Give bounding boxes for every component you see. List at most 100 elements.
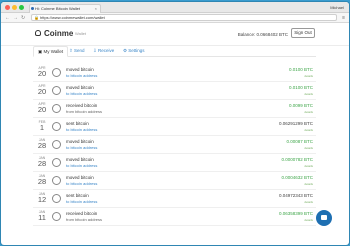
reload-icon[interactable]: ↻ (21, 14, 25, 22)
maximize-window-button[interactable] (19, 5, 24, 10)
transaction-details-link[interactable]: details (304, 200, 313, 204)
transaction-row[interactable]: APR 20 moved bitcoin to bitcoin address 0.01… (33, 82, 316, 100)
minimize-window-button[interactable] (12, 5, 17, 10)
transaction-row[interactable]: JAN 28 moved bitcoin to bitcoin address 0.00… (33, 136, 316, 154)
transaction-date: JAN 28 (36, 156, 48, 168)
transaction-details-link[interactable]: details (304, 92, 313, 96)
transaction-date: JAN 11 (36, 210, 48, 222)
transaction-amount: 0.0099 BTC (288, 103, 313, 108)
transaction-address-link[interactable]: from bitcoin address (66, 217, 102, 222)
tab-title: Hi: Coinme Bitcoin Wallet (35, 6, 80, 11)
wallet-nav-tabs: ▣ My Wallet ⇧ Send ⇩ Receive ⚙ Settings (33, 46, 316, 57)
transaction-title: received bitcoin (66, 211, 98, 216)
transaction-amount: 0.04972343 BTC (278, 193, 313, 198)
brand-subtitle: Wallet (75, 31, 86, 36)
brand-name[interactable]: Coinme (44, 29, 73, 38)
transaction-details-link[interactable]: details (304, 146, 313, 150)
transaction-avatar-icon (52, 158, 61, 167)
transaction-row[interactable]: APR 20 received bitcoin from bitcoin addres… (33, 100, 316, 118)
tab-close-icon[interactable]: × (95, 5, 97, 13)
transaction-avatar-icon (52, 176, 61, 185)
tab-send[interactable]: ⇧ Send (69, 46, 85, 57)
transaction-address-link[interactable]: to bitcoin address (66, 163, 97, 168)
lock-icon: 🔒 (34, 15, 39, 20)
balance-text: Balance: 0.0668402 BTC (237, 32, 288, 37)
close-window-button[interactable] (5, 5, 10, 10)
transaction-day: 11 (38, 213, 46, 222)
transaction-amount: 0.00087 BTC (286, 139, 313, 144)
site-header: Coinme Wallet Balance: 0.0668402 BTC Sig… (1, 23, 349, 46)
transaction-address-link[interactable]: to bitcoin address (66, 127, 97, 132)
transaction-date: APR 20 (36, 84, 48, 96)
transaction-day: 20 (37, 87, 47, 96)
transaction-row[interactable]: FEB 1 sent bitcoin to bitcoin address 0.0629… (33, 118, 316, 136)
url-text: https://www.coinmewallet.com/wallet (40, 15, 105, 20)
url-input[interactable]: 🔒 https://www.coinmewallet.com/wallet (31, 14, 337, 21)
transaction-day: 1 (39, 123, 45, 132)
transaction-amount: 0.06291299 BTC (278, 121, 313, 126)
transaction-avatar-icon (52, 104, 61, 113)
transaction-avatar-icon (52, 86, 61, 95)
transaction-title: moved bitcoin (66, 175, 94, 180)
transaction-avatar-icon (52, 122, 61, 131)
transaction-row[interactable]: APR 20 moved bitcoin to bitcoin address 0.01… (33, 64, 316, 82)
transaction-row[interactable]: JAN 11 received bitcoin from bitcoin addres… (33, 208, 316, 226)
transaction-address-link[interactable]: to bitcoin address (66, 91, 97, 96)
transaction-day: 28 (37, 159, 47, 168)
transaction-address-link[interactable]: to bitcoin address (66, 145, 97, 150)
transaction-avatar-icon (52, 194, 61, 203)
transaction-date: FEB 1 (36, 120, 48, 132)
transaction-date: JAN 28 (36, 138, 48, 150)
transaction-address-link[interactable]: from bitcoin address (66, 109, 102, 114)
transaction-title: received bitcoin (66, 103, 98, 108)
transaction-list: APR 20 moved bitcoin to bitcoin address 0.01… (33, 64, 316, 226)
browser-menu-icon[interactable]: ≡ (342, 14, 345, 22)
chat-icon (321, 215, 327, 220)
transaction-details-link[interactable]: details (304, 182, 313, 186)
transaction-details-link[interactable]: details (304, 74, 313, 78)
profile-name[interactable]: Michael (330, 3, 344, 12)
transaction-address-link[interactable]: to bitcoin address (66, 199, 97, 204)
transaction-details-link[interactable]: details (304, 218, 313, 222)
transaction-day: 20 (37, 105, 47, 114)
transaction-row[interactable]: JAN 12 sent bitcoin to bitcoin address 0.049… (33, 190, 316, 208)
chat-button[interactable] (316, 210, 332, 226)
tab-settings[interactable]: ⚙ Settings (123, 46, 145, 57)
transaction-row[interactable]: JAN 28 moved bitcoin to bitcoin address 0.00… (33, 172, 316, 190)
coinme-logo-icon (35, 30, 41, 36)
transaction-amount: 0.0100 BTC (288, 85, 313, 90)
window-controls (5, 5, 24, 10)
tab-receive[interactable]: ⇩ Receive (93, 46, 114, 57)
tab-label: Receive (98, 48, 115, 53)
transaction-day: 12 (37, 195, 47, 204)
transaction-day: 28 (37, 141, 47, 150)
browser-tab[interactable]: Hi: Coinme Bitcoin Wallet × (29, 4, 101, 13)
address-bar: ← → ↻ 🔒 https://www.coinmewallet.com/wal… (1, 13, 349, 23)
transaction-day: 28 (37, 177, 47, 186)
transaction-details-link[interactable]: details (304, 110, 313, 114)
transaction-date: JAN 12 (36, 192, 48, 204)
transaction-date: APR 20 (36, 66, 48, 78)
transaction-title: moved bitcoin (66, 67, 94, 72)
transaction-address-link[interactable]: to bitcoin address (66, 181, 97, 186)
transaction-amount: 0.0000782 BTC (281, 157, 313, 162)
sign-out-button[interactable]: Sign Out (291, 28, 315, 38)
transaction-title: moved bitcoin (66, 85, 94, 90)
transaction-amount: 0.0100 BTC (288, 67, 313, 72)
tab-label: Settings (128, 48, 145, 53)
tab-label: My Wallet (43, 49, 64, 54)
tab-my-wallet[interactable]: ▣ My Wallet (33, 46, 69, 57)
transaction-avatar-icon (52, 140, 61, 149)
transaction-day: 20 (37, 69, 47, 78)
transaction-details-link[interactable]: details (304, 164, 313, 168)
transaction-avatar-icon (52, 68, 61, 77)
forward-icon[interactable]: → (13, 14, 18, 22)
transaction-title: moved bitcoin (66, 157, 94, 162)
transaction-amount: 0.06358399 BTC (278, 211, 313, 216)
tab-label: Send (74, 48, 85, 53)
transaction-details-link[interactable]: details (304, 128, 313, 132)
back-icon[interactable]: ← (5, 14, 10, 22)
transaction-address-link[interactable]: to bitcoin address (66, 73, 97, 78)
transaction-title: sent bitcoin (66, 121, 89, 126)
transaction-row[interactable]: JAN 28 moved bitcoin to bitcoin address 0.00… (33, 154, 316, 172)
